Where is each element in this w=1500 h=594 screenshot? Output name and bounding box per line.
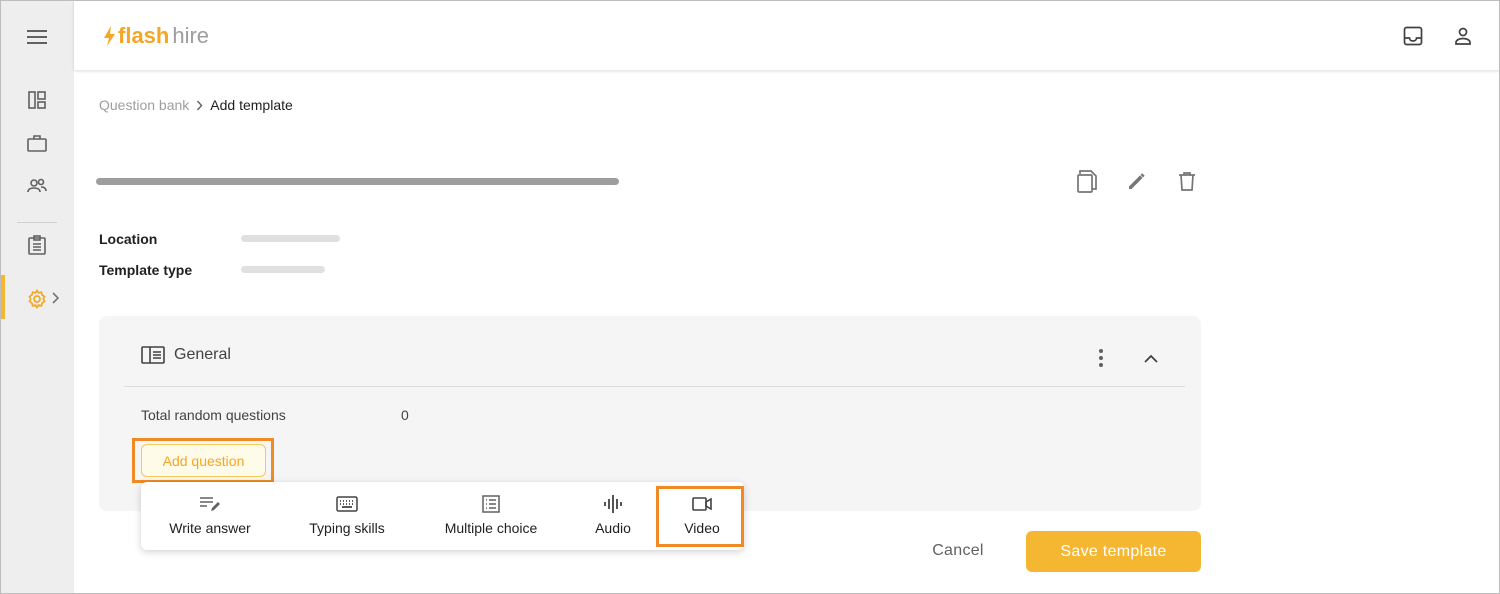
menu-item-label: Typing skills	[309, 520, 385, 536]
menu-icon[interactable]	[23, 23, 51, 51]
total-random-questions-value: 0	[401, 407, 409, 423]
more-vertical-icon[interactable]	[1089, 346, 1113, 370]
chevron-right-icon[interactable]	[51, 291, 63, 305]
menu-item-typing-skills[interactable]: Typing skills	[289, 482, 405, 550]
edit-icon[interactable]	[1124, 168, 1150, 194]
sidebar-divider	[17, 222, 57, 223]
breadcrumb-question-bank[interactable]: Question bank	[99, 97, 189, 113]
total-random-questions-label: Total random questions	[141, 407, 286, 423]
dashboard-icon[interactable]	[23, 86, 51, 114]
bolt-icon	[104, 26, 115, 46]
location-value-placeholder	[241, 235, 340, 242]
template-title-placeholder	[96, 178, 619, 185]
audio-icon	[601, 493, 625, 515]
menu-item-label: Write answer	[169, 520, 251, 536]
breadcrumb: Question bank Add template	[99, 97, 293, 113]
menu-item-write-answer[interactable]: Write answer	[151, 482, 269, 550]
save-template-button[interactable]: Save template	[1026, 531, 1201, 572]
cancel-button[interactable]: Cancel	[913, 531, 1003, 571]
section-divider	[124, 386, 1185, 387]
template-type-label: Template type	[99, 262, 193, 278]
logo-hire-text: hire	[172, 23, 210, 48]
inbox-icon[interactable]	[1400, 23, 1426, 49]
location-label: Location	[99, 231, 158, 247]
logo-flash-text: flash	[118, 23, 170, 48]
copy-icon[interactable]	[1074, 168, 1100, 194]
clipboard-icon[interactable]	[23, 231, 51, 259]
active-indicator	[1, 275, 5, 319]
section-book-icon	[141, 346, 165, 364]
question-type-menu: Write answer Typing skills Multiple choi…	[141, 482, 744, 550]
settings-icon[interactable]	[23, 285, 51, 313]
menu-item-label: Audio	[595, 520, 631, 536]
add-question-button[interactable]: Add question	[141, 444, 266, 477]
breadcrumb-current: Add template	[210, 97, 293, 113]
people-icon[interactable]	[23, 172, 51, 200]
delete-icon[interactable]	[1174, 168, 1200, 194]
write-answer-icon	[198, 493, 222, 515]
section-title: General	[174, 346, 231, 363]
keyboard-icon	[335, 493, 359, 515]
video-highlight	[656, 486, 744, 547]
menu-item-label: Multiple choice	[444, 520, 538, 536]
flashhire-logo[interactable]: flash hire	[102, 23, 209, 49]
top-header: flash hire	[74, 1, 1499, 70]
user-icon[interactable]	[1450, 23, 1476, 49]
app-window: flash hire Question bank Add template Lo…	[0, 0, 1500, 594]
briefcase-icon[interactable]	[23, 129, 51, 157]
menu-item-audio[interactable]: Audio	[579, 482, 647, 550]
sidebar	[1, 1, 74, 593]
chevron-right-icon	[196, 100, 203, 111]
template-type-value-placeholder	[241, 266, 325, 273]
menu-item-multiple-choice[interactable]: Multiple choice	[429, 482, 553, 550]
list-icon	[479, 493, 503, 515]
chevron-up-icon[interactable]	[1139, 346, 1163, 370]
